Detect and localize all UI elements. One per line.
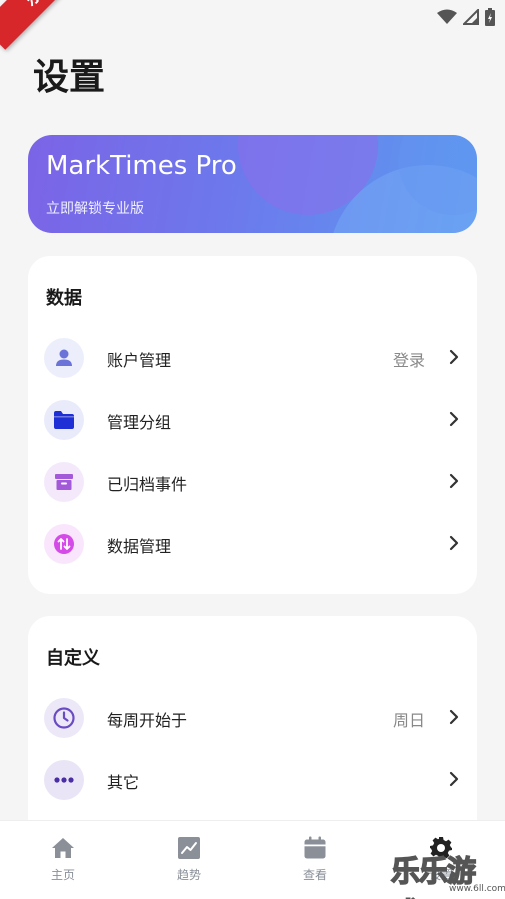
row-value: 登录 (392, 351, 425, 370)
row-label: 账户管理 (107, 351, 172, 370)
row-label: 其它 (107, 773, 140, 792)
trend-icon (178, 837, 200, 859)
section-title: 自定义 (46, 648, 100, 669)
nav-label: 查看 (302, 868, 327, 882)
user-icon (44, 338, 84, 378)
status-icons (437, 8, 495, 26)
row-label: 管理分组 (107, 413, 172, 432)
page-title: 设置 (33, 57, 106, 98)
pro-card-title: MarkTimes Pro (46, 151, 237, 181)
row-account-management[interactable]: 账户管理 登录 (28, 327, 477, 389)
wifi-icon (437, 9, 457, 24)
clock-icon (44, 698, 84, 738)
archive-icon (44, 462, 84, 502)
row-archived-events[interactable]: 已归档事件 (28, 451, 477, 513)
row-label: 每周开始于 (107, 711, 188, 730)
calendar-icon (304, 836, 326, 859)
row-other[interactable]: 其它 (28, 749, 477, 811)
row-value: 周日 (392, 711, 425, 730)
more-icon (44, 760, 84, 800)
battery-icon (485, 8, 495, 26)
nav-home[interactable]: 主页 (23, 835, 103, 883)
row-data-management[interactable]: 数据管理 (28, 513, 477, 575)
chevron-right-icon (449, 709, 459, 725)
transfer-icon (44, 524, 84, 564)
chevron-right-icon (449, 349, 459, 365)
row-label: 数据管理 (107, 537, 172, 556)
pro-upgrade-card[interactable]: MarkTimes Pro 立即解锁专业版 (28, 135, 477, 233)
pro-card-subtitle: 立即解锁专业版 (46, 201, 144, 217)
cell-signal-icon (463, 9, 479, 25)
watermark-url: www.6ll.com (449, 884, 505, 894)
row-week-start[interactable]: 每周开始于 周日 (28, 687, 477, 749)
section-title: 数据 (46, 288, 82, 309)
data-section: 数据 账户管理 登录 管理分组 已归档事件 数据管理 (28, 256, 477, 594)
row-label: 已归档事件 (107, 475, 188, 494)
chevron-right-icon (449, 771, 459, 787)
nav-trend[interactable]: 趋势 (149, 835, 229, 883)
chevron-right-icon (449, 411, 459, 427)
status-bar (0, 0, 505, 32)
nav-label: 趋势 (176, 868, 201, 882)
watermark-logo: 乐乐游戏 www.6ll.com (390, 848, 505, 899)
chevron-right-icon (449, 535, 459, 551)
nav-label: 主页 (50, 868, 75, 882)
folder-icon (44, 400, 84, 440)
nav-view[interactable]: 查看 (275, 835, 355, 883)
chevron-right-icon (449, 473, 459, 489)
row-manage-groups[interactable]: 管理分组 (28, 389, 477, 451)
home-icon (52, 838, 74, 858)
